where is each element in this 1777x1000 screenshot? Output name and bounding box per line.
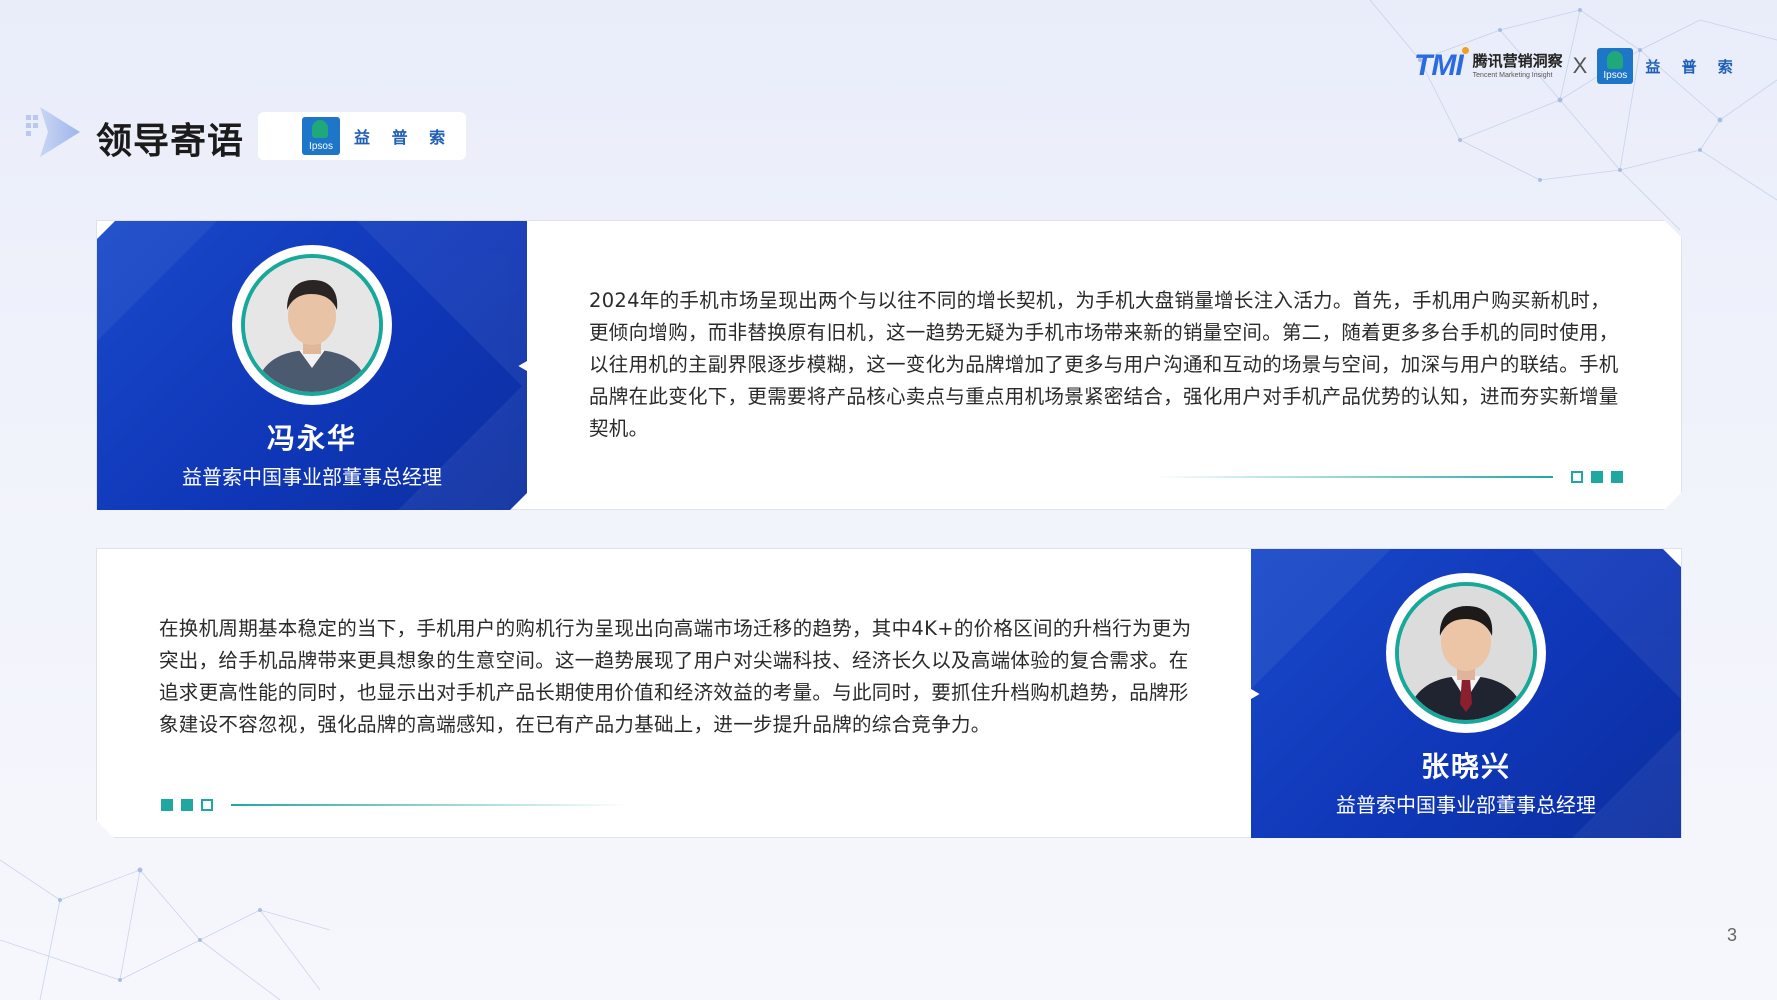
ipsos-logo: Ipsos — [302, 117, 340, 155]
profile-panel: 张晓兴 益普索中国事业部董事总经理 — [1251, 549, 1681, 839]
person-name: 冯永华 — [266, 422, 357, 455]
ipsos-logo-label: Ipsos — [309, 141, 333, 152]
leader-quote: 在换机周期基本稳定的当下，手机用户的购机行为呈现出向高端市场迁移的趋势，其中4K… — [159, 617, 1192, 736]
avatar — [232, 245, 392, 405]
avatar-photo — [1395, 582, 1537, 724]
ipsos-leaf-icon — [312, 120, 328, 138]
person-name: 张晓兴 — [1420, 750, 1511, 783]
title-badge: Ipsos 益 普 索 — [258, 112, 466, 160]
ipsos-logo-label: Ipsos — [1603, 70, 1628, 81]
decoration-line — [1153, 471, 1627, 483]
page-title: 领导寄语 — [96, 121, 245, 162]
title-arrow-icon — [26, 107, 80, 157]
decoration-square-filled — [1591, 471, 1603, 483]
decoration-gradient-line — [231, 804, 631, 806]
avatar — [1386, 573, 1546, 733]
leader-card-2: 在换机周期基本稳定的当下，手机用户的购机行为呈现出向高端市场迁移的趋势，其中4K… — [96, 548, 1682, 838]
decoration-square-hollow — [201, 799, 213, 811]
decoration-line — [157, 799, 631, 811]
tmi-logo-dot — [1461, 47, 1469, 54]
tmi-text: 腾讯营销洞察 Tencent Marketing Insight — [1472, 51, 1563, 79]
person-role: 益普索中国事业部董事总经理 — [182, 465, 442, 489]
ipsos-leaf-icon — [1607, 51, 1624, 69]
tmi-logo: TMI — [1414, 47, 1469, 83]
decoration-square-filled — [181, 799, 193, 811]
person-role: 益普索中国事业部董事总经理 — [1336, 793, 1596, 817]
header-brand: TMI 腾讯营销洞察 Tencent Marketing Insight X I… — [1414, 46, 1741, 86]
ipsos-logo: Ipsos — [1597, 48, 1634, 84]
decoration-square-filled — [161, 799, 173, 811]
avatar-photo — [241, 254, 383, 396]
leader-card-1: 冯永华 益普索中国事业部董事总经理 2024年的手机市场呈现出两个与以往不同的增… — [96, 220, 1682, 510]
page-number: 3 — [1726, 925, 1737, 945]
profile-panel: 冯永华 益普索中国事业部董事总经理 — [97, 221, 527, 511]
collab-times-sign: X — [1572, 53, 1588, 78]
leader-quote: 2024年的手机市场呈现出两个与以往不同的增长契机，为手机大盘销量增长注入活力。… — [589, 289, 1619, 440]
tmi-name-en: Tencent Marketing Insight — [1472, 71, 1553, 79]
decoration-square-filled — [1611, 471, 1623, 483]
decoration-square-hollow — [1571, 471, 1583, 483]
tmi-logo-text: TMI — [1414, 49, 1464, 82]
person-portrait-icon — [1399, 586, 1533, 720]
decoration-gradient-line — [1153, 476, 1553, 478]
ipsos-name-cn: 益 普 索 — [1645, 57, 1741, 76]
ipsos-name-cn: 益 普 索 — [354, 128, 454, 147]
person-portrait-icon — [245, 258, 379, 392]
tmi-name-cn: 腾讯营销洞察 — [1472, 51, 1563, 70]
